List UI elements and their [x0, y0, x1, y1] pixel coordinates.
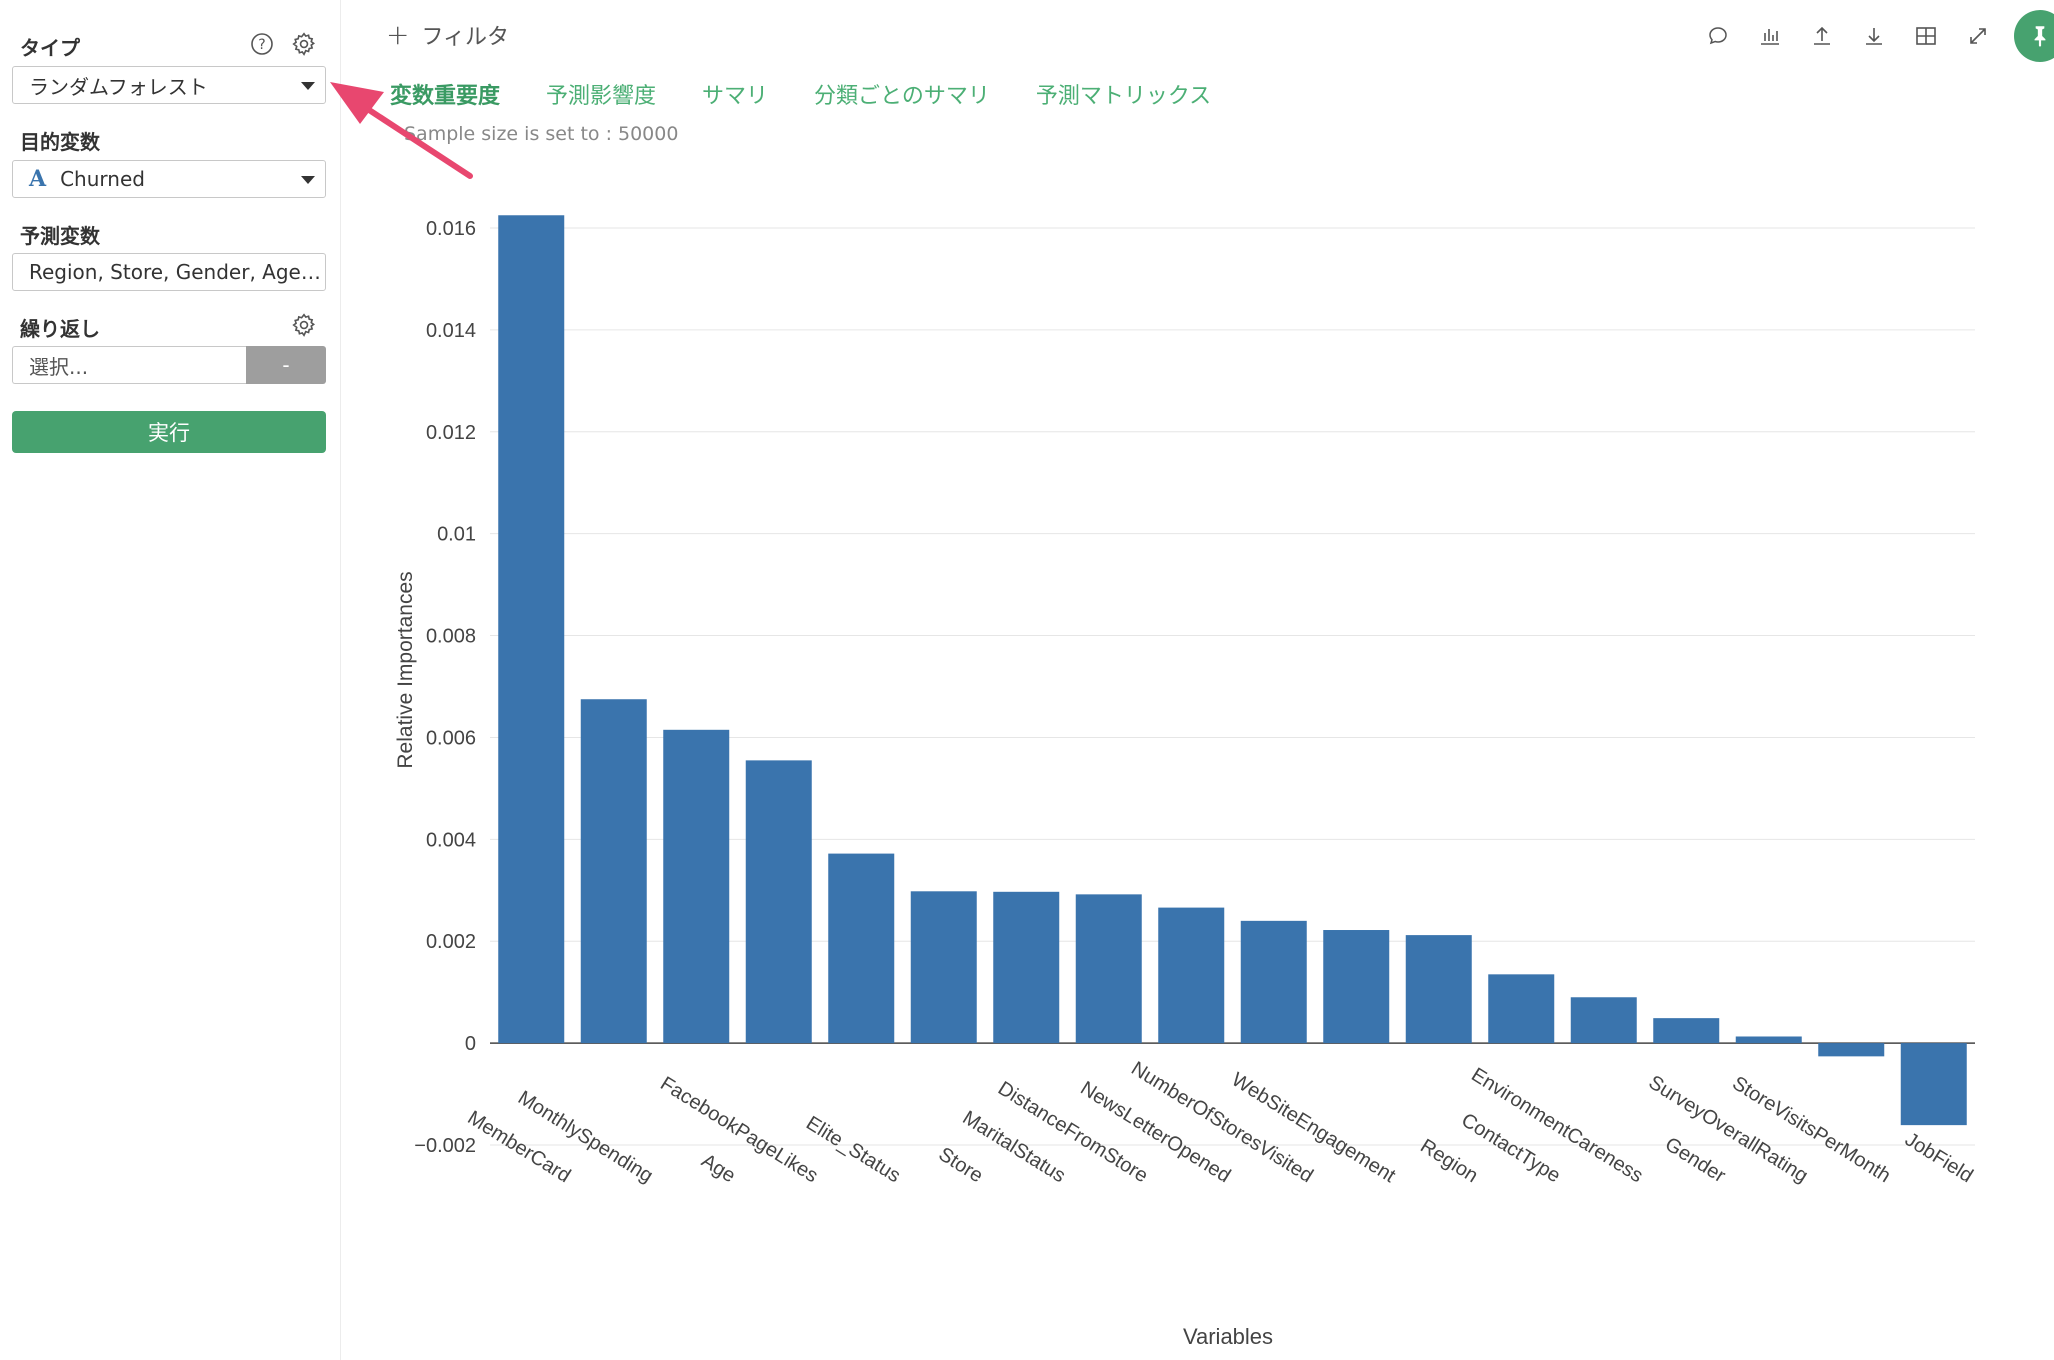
y-tick-label: 0.004: [426, 829, 476, 851]
x-tick-label: FacebookPageLikes: [656, 1073, 821, 1188]
filter-label: フィルタ: [421, 24, 510, 50]
y-tick-label: 0.008: [426, 626, 476, 648]
chevron-down-icon: [301, 82, 315, 90]
bar-MonthlySpending[interactable]: [580, 699, 647, 1044]
y-tick-label: 0: [465, 1033, 476, 1055]
sidebar: タイプ ? ランダムフォレスト 目的変数 A Churned 予測変数 Regi…: [0, 0, 341, 1360]
target-select-value: Churned: [60, 167, 145, 191]
download-icon[interactable]: [1848, 16, 1900, 56]
target-select[interactable]: A Churned: [12, 160, 326, 198]
tab-prediction-impact[interactable]: 予測影響度: [546, 78, 656, 110]
bar-EnvironmentCareness[interactable]: [1570, 997, 1637, 1044]
repeat-control: 選択... -: [12, 346, 326, 384]
run-button[interactable]: 実行: [12, 411, 326, 453]
tab-summary[interactable]: サマリ: [702, 78, 768, 110]
tab-variable-importance[interactable]: 変数重要度: [390, 78, 500, 110]
x-axis-ticks: MemberCardMonthlySpending AgeFacebookPage…: [464, 1057, 1977, 1187]
bar-DistanceFromStore[interactable]: [1075, 894, 1142, 1044]
sample-size-text: Sample size is set to : 50000: [404, 123, 679, 145]
predictor-label: 予測変数: [20, 224, 100, 248]
chart-icon[interactable]: [1744, 16, 1796, 56]
type-label: タイプ: [20, 36, 80, 60]
bar-Age[interactable]: [663, 729, 730, 1044]
bar-WebSiteEngagement[interactable]: [1323, 930, 1390, 1044]
x-tick-label: Store: [935, 1143, 987, 1187]
chevron-down-icon: [301, 176, 315, 184]
x-axis-label: Variables: [1183, 1324, 1273, 1349]
bar-ContactType[interactable]: [1488, 974, 1555, 1044]
x-tick-label: Gender: [1661, 1133, 1730, 1187]
x-tick-label: Elite_Status: [802, 1112, 904, 1187]
bar-JobField[interactable]: [1900, 1043, 1967, 1126]
x-tick-label: MonthlySpending: [514, 1087, 657, 1188]
target-label: 目的変数: [20, 130, 100, 154]
repeat-select[interactable]: 選択...: [12, 346, 246, 384]
bar-Gender[interactable]: [1653, 1018, 1720, 1044]
y-tick-label: 0.002: [426, 931, 476, 953]
toolbar: [1692, 10, 2054, 62]
filter-button[interactable]: + フィルタ: [386, 18, 509, 51]
tab-prediction-matrix[interactable]: 予測マトリックス: [1036, 78, 1211, 110]
chart-bars: [498, 215, 1967, 1126]
repeat-settings-gear-icon[interactable]: [288, 309, 320, 341]
text-type-icon: A: [29, 166, 47, 192]
bar-SurveyOverallRating[interactable]: [1735, 1036, 1802, 1044]
y-tick-label: 0.014: [426, 320, 476, 342]
type-settings-gear-icon[interactable]: [288, 28, 320, 60]
y-tick-label: 0.016: [426, 218, 476, 240]
bar-Region[interactable]: [1405, 935, 1472, 1044]
y-tick-label: 0.01: [437, 524, 476, 546]
repeat-label: 繰り返し: [20, 317, 100, 341]
x-tick-label: JobField: [1901, 1129, 1977, 1188]
svg-text:?: ?: [258, 37, 265, 53]
importance-bar-chart: −0.002 0 0.002 0.004 0.006 0.008 0.01 0.012 0.01…: [394, 215, 1977, 1349]
bar-MemberCard[interactable]: [498, 215, 565, 1044]
expand-icon[interactable]: [1952, 16, 2004, 56]
predictor-select-value: Region, Store, Gender, Age…: [29, 260, 321, 284]
y-axis-ticks: −0.002 0 0.002 0.004 0.006 0.008 0.01 0.012 0.01…: [414, 218, 476, 1157]
tab-summary-by-class[interactable]: 分類ごとのサマリ: [814, 78, 990, 110]
bar-StoreVisitsPerMonth[interactable]: [1818, 1043, 1885, 1057]
x-tick-label: Age: [697, 1150, 739, 1188]
pin-icon[interactable]: [2014, 10, 2054, 62]
predictor-select[interactable]: Region, Store, Gender, Age…: [12, 253, 326, 291]
comment-icon[interactable]: [1692, 16, 1744, 56]
bar-NewsLetterOpened[interactable]: [1158, 907, 1225, 1044]
x-tick-label: Region: [1416, 1135, 1481, 1187]
x-tick-label: DistanceFromStore: [994, 1077, 1152, 1187]
analytics-tabs: 変数重要度 予測影響度 サマリ 分類ごとのサマリ 予測マトリックス: [390, 78, 1211, 110]
upload-icon[interactable]: [1796, 16, 1848, 56]
bar-Store[interactable]: [910, 891, 977, 1044]
table-icon[interactable]: [1900, 16, 1952, 56]
bar-Elite_Status[interactable]: [828, 853, 895, 1044]
bar-NumberOfStoresVisited[interactable]: [1240, 920, 1307, 1044]
type-select[interactable]: ランダムフォレスト: [12, 66, 326, 104]
y-tick-label: 0.006: [426, 727, 476, 749]
type-select-value: ランダムフォレスト: [29, 74, 208, 99]
bar-FacebookPageLikes[interactable]: [745, 760, 812, 1044]
y-axis-label: Relative Importances: [394, 571, 417, 768]
plus-icon: +: [386, 18, 410, 51]
y-tick-label: −0.002: [414, 1135, 476, 1157]
y-tick-label: 0.012: [426, 422, 476, 444]
x-tick-label: StoreVisitsPerMonth: [1728, 1072, 1894, 1187]
x-tick-label: NewsLetterOpened: [1076, 1077, 1234, 1187]
bar-MaritalStatus[interactable]: [993, 891, 1060, 1044]
help-icon[interactable]: ?: [246, 28, 278, 60]
repeat-clear-button[interactable]: -: [246, 346, 326, 384]
